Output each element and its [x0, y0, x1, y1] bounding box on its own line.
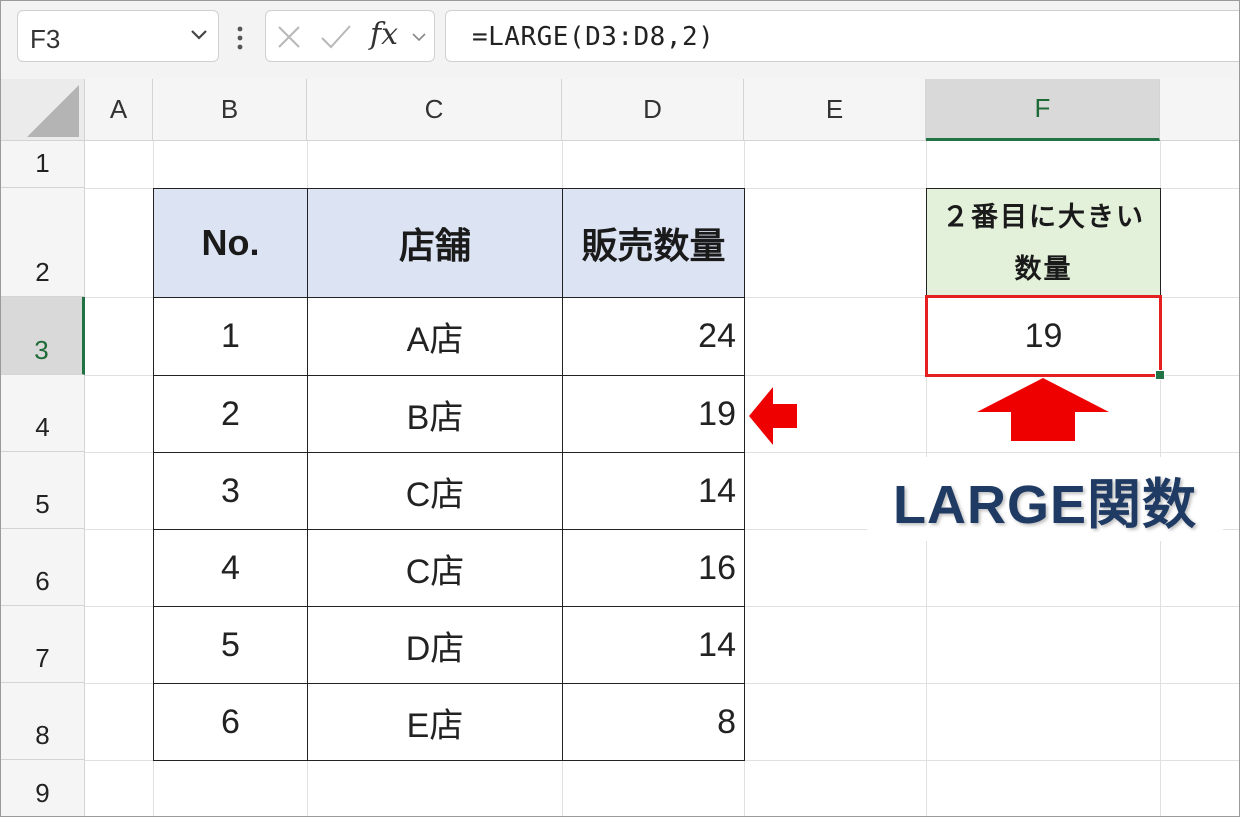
table-cell-store[interactable]: A店	[307, 297, 563, 376]
result-header[interactable]: ２番目に大きい 数量	[926, 188, 1161, 298]
cancel-icon[interactable]	[276, 24, 302, 50]
enter-icon[interactable]	[320, 23, 352, 51]
chevron-down-icon[interactable]	[410, 28, 428, 46]
table-header-quantity[interactable]: 販売数量	[562, 188, 745, 298]
table-cell-no[interactable]: 2	[153, 375, 308, 453]
row-header-5[interactable]: 5	[1, 452, 85, 529]
row-header-4[interactable]: 4	[1, 375, 85, 452]
table-cell-no[interactable]: 3	[153, 452, 308, 530]
table-cell-no[interactable]: 6	[153, 683, 308, 761]
table-cell-quantity[interactable]: 24	[562, 297, 745, 376]
column-header-c[interactable]: C	[307, 79, 562, 141]
result-header-line1: ２番目に大きい	[942, 202, 1145, 232]
fill-handle[interactable]	[1155, 370, 1165, 380]
column-header-a[interactable]: A	[85, 79, 153, 141]
name-box[interactable]: F3	[17, 10, 219, 62]
arrow-left-icon	[749, 387, 797, 445]
function-icon[interactable]: fx	[370, 17, 398, 52]
row-header-2[interactable]: 2	[1, 188, 85, 297]
name-box-value: F3	[30, 24, 61, 54]
row-header-7[interactable]: 7	[1, 606, 85, 683]
more-options-icon[interactable]	[233, 23, 247, 53]
table-cell-store[interactable]: E店	[307, 683, 563, 761]
table-header-no[interactable]: No.	[153, 188, 308, 298]
table-cell-quantity[interactable]: 8	[562, 683, 745, 761]
formula-actions: fx	[265, 10, 435, 62]
table-cell-store[interactable]: D店	[307, 606, 563, 684]
spreadsheet-window: F3 fx =LARGE(D3:D8,2) A B C D E F 1 2 3 …	[0, 0, 1240, 817]
table-cell-no[interactable]: 4	[153, 529, 308, 607]
chevron-down-icon[interactable]	[188, 23, 210, 45]
select-all-triangle-icon	[27, 85, 79, 137]
formula-input[interactable]: =LARGE(D3:D8,2)	[445, 10, 1239, 62]
column-header-g[interactable]	[1160, 79, 1239, 141]
table-cell-store[interactable]: B店	[307, 375, 563, 453]
table-cell-no[interactable]: 5	[153, 606, 308, 684]
table-header-store[interactable]: 店舗	[307, 188, 563, 298]
table-cell-quantity[interactable]: 19	[562, 375, 745, 453]
column-header-f[interactable]: F	[926, 79, 1160, 141]
column-header-e[interactable]: E	[744, 79, 926, 141]
arrow-up-icon	[977, 378, 1109, 441]
table-cell-no[interactable]: 1	[153, 297, 308, 376]
caption-label: LARGE関数	[867, 457, 1223, 541]
column-header-d[interactable]: D	[562, 79, 744, 141]
formula-text: =LARGE(D3:D8,2)	[472, 22, 715, 52]
table-cell-quantity[interactable]: 16	[562, 529, 745, 607]
row-header-9[interactable]: 9	[1, 760, 85, 816]
row-header-6[interactable]: 6	[1, 529, 85, 606]
select-all-corner[interactable]	[1, 79, 85, 141]
table-cell-store[interactable]: C店	[307, 529, 563, 607]
row-header-8[interactable]: 8	[1, 683, 85, 760]
table-cell-quantity[interactable]: 14	[562, 606, 745, 684]
row-header-1[interactable]: 1	[1, 141, 85, 188]
result-cell[interactable]: 19	[925, 295, 1162, 377]
result-header-line2: 数量	[1014, 254, 1073, 284]
table-cell-quantity[interactable]: 14	[562, 452, 745, 530]
row-header-3[interactable]: 3	[1, 297, 85, 375]
table-cell-store[interactable]: C店	[307, 452, 563, 530]
column-header-b[interactable]: B	[153, 79, 307, 141]
formula-bar: F3 fx =LARGE(D3:D8,2)	[1, 1, 1239, 79]
